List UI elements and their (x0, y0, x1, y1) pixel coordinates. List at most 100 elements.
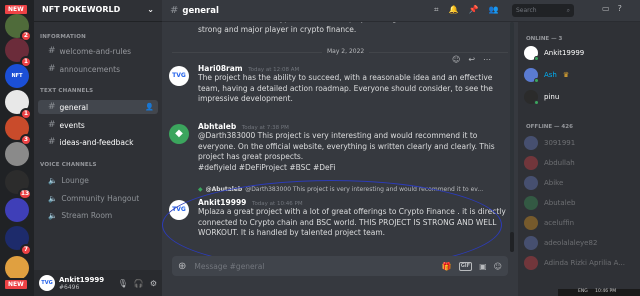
emoji-icon[interactable]: ☺ (494, 262, 502, 271)
reply-author: @Abutaleb (205, 186, 243, 193)
reply-avatar-icon: ◆ (198, 186, 203, 193)
avatar (524, 68, 539, 83)
member-name: Ankit19999 (544, 49, 585, 57)
voice-channel-community-hangout[interactable]: 🔈 Community Hangout (48, 194, 139, 203)
message-text: @Darth383000 This project is very intere… (198, 131, 495, 161)
member-item[interactable]: Abutaleb (524, 196, 575, 210)
attach-plus-icon[interactable]: ⊕ (178, 261, 186, 272)
message-actions: ☺ ↩ ⋯ (452, 55, 491, 64)
speaker-icon: 🔈 (48, 194, 58, 203)
hash-icon: # (48, 102, 56, 112)
message-input[interactable] (194, 261, 395, 271)
server-rail: NEW 2 1 NFT 1 3 13 7 NEW (0, 0, 34, 296)
server-icon[interactable] (5, 256, 29, 280)
member-name: Abdullah (544, 159, 575, 167)
member-item[interactable]: pinu (524, 90, 560, 105)
threads-icon[interactable]: ⌗ (434, 5, 439, 15)
search-input[interactable]: Search ⌕ (512, 4, 574, 17)
avatar (524, 90, 539, 105)
member-item[interactable]: Adinda Rizki Aprilia A... (524, 256, 625, 270)
server-icon[interactable] (5, 198, 29, 222)
message-text: The project has the ability to succeed, … (198, 73, 493, 103)
user-name: Ankit19999 (59, 275, 105, 284)
member-name: pinu (544, 93, 560, 101)
server-badge: 7 (20, 244, 32, 256)
more-icon[interactable]: ⋯ (483, 55, 491, 64)
member-name: aceluffin (544, 219, 575, 227)
gif-button[interactable]: GIF (458, 261, 473, 271)
search-icon: ⌕ (566, 7, 570, 14)
channel-label: ideas-and-feedback (59, 137, 134, 147)
gear-icon[interactable]: ⚙ (150, 279, 157, 288)
message-header: Ankit19999 Today at 10:46 PM (198, 198, 508, 207)
scrollbar[interactable] (510, 22, 514, 252)
member-item[interactable]: Abike (524, 176, 563, 190)
category-voice[interactable]: VOICE CHANNELS (40, 162, 97, 168)
mute-icon[interactable]: 🎙 (118, 279, 128, 288)
voice-channel-lounge[interactable]: 🔈 Lounge (48, 176, 89, 185)
clock: 10:46 PM (595, 289, 617, 294)
member-item[interactable]: Abdullah (524, 156, 575, 170)
avatar (524, 256, 538, 270)
date-divider: May 2, 2022 (172, 48, 508, 55)
help-icon[interactable]: ? (618, 4, 622, 13)
member-item[interactable]: Ankit19999 (524, 46, 585, 61)
new-badge: NEW (3, 278, 29, 291)
bell-icon[interactable]: 🔔 (449, 5, 459, 15)
member-item[interactable]: 3091991 (524, 136, 575, 150)
reply-reference[interactable]: ◆ @Abutaleb @Darth383000 This project is… (198, 186, 498, 193)
channel-welcome-and-rules[interactable]: # welcome-and-rules (38, 44, 158, 58)
category-text[interactable]: TEXT CHANNELS (40, 88, 93, 94)
inbox-icon[interactable]: ▭ (602, 4, 610, 13)
channel-label: Lounge (61, 176, 89, 185)
discord-avatar-icon[interactable]: ◆ (169, 124, 189, 144)
category-information[interactable]: INFORMATION (40, 34, 86, 40)
nft-server-icon[interactable]: NFT (5, 64, 29, 88)
chat-area: will achieve a lot in crypto finance. Th… (162, 0, 518, 296)
member-list: ONLINE — 3 Ankit19999 Ash ♛ pinu OFFLINE… (518, 22, 640, 296)
channel-ideas-and-feedback[interactable]: # ideas-and-feedback (38, 135, 158, 149)
message-tags: #defiyield #DeFiProject #BSC #DeFi (198, 162, 336, 172)
channel-label: Community Hangout (61, 194, 140, 203)
member-item[interactable]: aceluffin (524, 216, 574, 230)
server-icon[interactable] (5, 142, 29, 166)
user-tag: #6496 (59, 283, 80, 291)
author-name[interactable]: Abhtaleb (198, 122, 236, 131)
channel-events[interactable]: # events (38, 118, 158, 132)
channel-label: general (59, 102, 89, 112)
members-icon[interactable]: 👥 (488, 5, 498, 15)
server-header[interactable]: NFT POKEWORLD ⌄ (34, 0, 162, 22)
hash-icon: # (48, 46, 56, 56)
sticker-icon[interactable]: ▣ (479, 262, 487, 271)
chevron-down-icon[interactable]: ⌄ (147, 5, 154, 16)
avatar (524, 156, 538, 170)
member-name: Abike (544, 179, 564, 187)
avatar (524, 216, 538, 230)
reply-icon[interactable]: ↩ (468, 55, 475, 64)
voice-channel-stream-room[interactable]: 🔈 Stream Room (48, 211, 112, 220)
add-reaction-icon[interactable]: ☺ (452, 55, 460, 64)
search-placeholder: Search (516, 7, 537, 14)
avatar[interactable]: TVG (39, 275, 55, 291)
headphones-icon[interactable]: 🎧 (134, 279, 144, 288)
channel-announcements[interactable]: # announcements (38, 62, 158, 76)
os-taskbar: ENG 10:46 PM (558, 289, 640, 296)
member-item[interactable]: Ash ♛ (524, 68, 569, 83)
author-name[interactable]: Hari08ram (198, 64, 243, 73)
hash-icon: # (48, 64, 56, 74)
avatar[interactable]: TVG (169, 200, 189, 220)
avatar (524, 196, 538, 210)
gift-icon[interactable]: 🎁 (442, 262, 452, 271)
message-header: Hari08ram Today at 12:08 AM (198, 64, 508, 73)
avatar[interactable]: TVG (169, 66, 189, 86)
author-name[interactable]: Ankit19999 (198, 198, 246, 207)
member-name: adeolalaleye82 (544, 239, 598, 247)
add-member-icon[interactable]: 👤 (145, 103, 154, 111)
channel-sidebar: NFT POKEWORLD ⌄ INFORMATION # welcome-an… (34, 0, 162, 296)
hash-icon: # (48, 137, 56, 147)
pin-icon[interactable]: 📌 (468, 5, 478, 15)
channel-general[interactable]: # general 👤 (38, 100, 158, 114)
offline-header: OFFLINE — 426 (526, 124, 573, 130)
message-header: Abhtaleb Today at 7:38 PM (198, 122, 508, 131)
member-item[interactable]: adeolalaleye82 (524, 236, 597, 250)
